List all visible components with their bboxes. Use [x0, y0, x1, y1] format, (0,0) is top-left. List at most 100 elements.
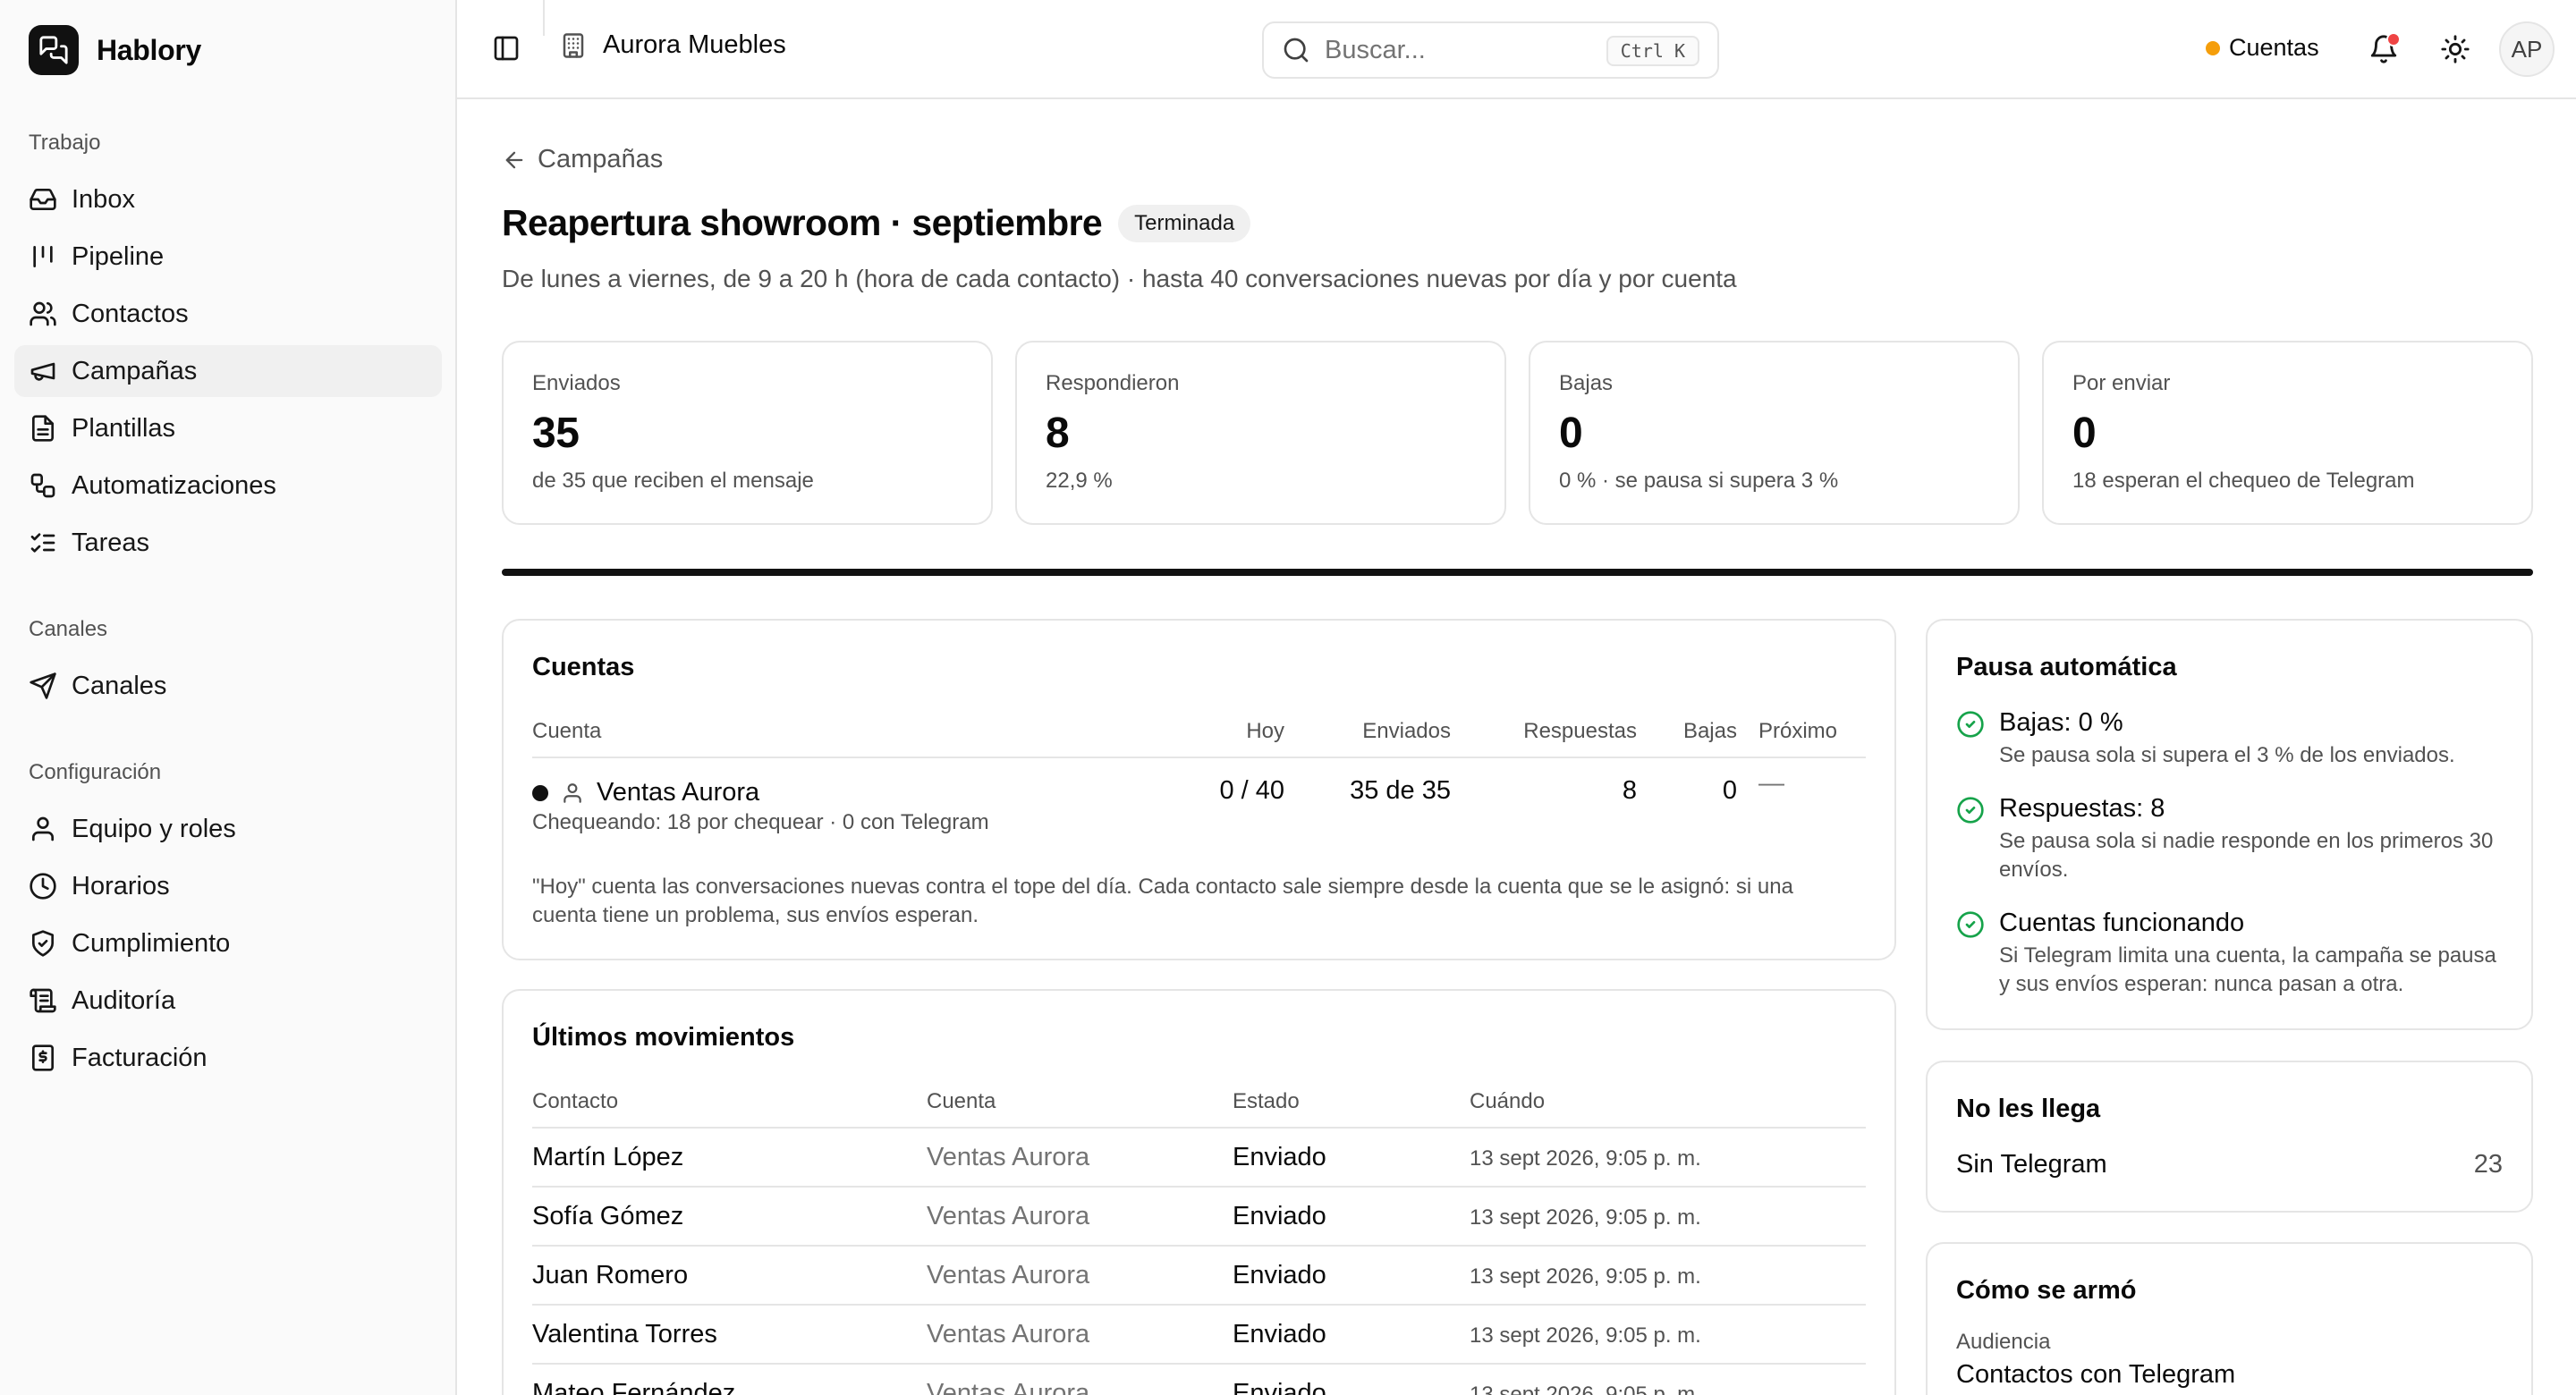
- how-built-card: Cómo se armó Audiencia Contactos con Tel…: [1926, 1242, 2533, 1395]
- account-today: 0 / 40: [1219, 776, 1284, 805]
- movement-account: Ventas Aurora: [927, 1143, 1090, 1171]
- col-header-enviados: Enviados: [1362, 719, 1451, 743]
- account-check-status: Chequeando: 18 por chequear · 0 con Tele…: [532, 810, 989, 834]
- sidebar-item-label: Facturación: [72, 1043, 208, 1072]
- org-name: Aurora Muebles: [603, 30, 786, 59]
- stat-card-respondieron: Respondieron 8 22,9 %: [1015, 341, 1506, 525]
- avatar[interactable]: AP: [2499, 21, 2555, 77]
- sidebar-item-label: Automatizaciones: [72, 470, 276, 500]
- sidebar-item-cumplimiento[interactable]: Cumplimiento: [14, 917, 442, 969]
- movement-account: Ventas Aurora: [927, 1379, 1090, 1395]
- stat-value: 35: [532, 410, 580, 457]
- sidebar-item-horarios[interactable]: Horarios: [14, 860, 442, 912]
- col-header-proximo: Próximo: [1758, 719, 1838, 743]
- sun-icon[interactable]: [2440, 34, 2470, 64]
- movement-contact: Juan Romero: [532, 1261, 689, 1289]
- list-checks-icon: [30, 533, 55, 553]
- row-divider: [532, 1304, 1866, 1306]
- hablory-logo-icon: [29, 25, 79, 75]
- auto-pause-item: Bajas: 0 % Se pausa sola si supera el 3 …: [1956, 708, 2500, 770]
- stat-value: 0: [1559, 410, 1583, 457]
- stat-card-enviados: Enviados 35 de 35 que reciben el mensaje: [502, 341, 993, 525]
- col-header-hoy: Hoy: [1246, 719, 1284, 743]
- accounts-footnote: "Hoy" cuenta las conversaciones nuevas c…: [532, 875, 1793, 927]
- sidebar-item-campanas[interactable]: Campañas: [14, 345, 442, 397]
- clock-icon: [30, 873, 56, 900]
- account-replies: 8: [1622, 776, 1637, 805]
- accounts-status-button[interactable]: Cuentas: [2206, 34, 2319, 62]
- movement-account: Ventas Aurora: [927, 1261, 1090, 1289]
- workflow-icon: [30, 473, 55, 498]
- sidebar-item-label: Pipeline: [72, 241, 165, 271]
- nav-group-canales: Canales: [29, 617, 108, 641]
- not-reached-label: Sin Telegram: [1956, 1150, 2107, 1179]
- scroll-icon: [30, 988, 56, 1013]
- header-divider: [543, 0, 545, 36]
- stat-card-bajas: Bajas 0 0 % · se pausa si supera 3 %: [1529, 341, 2020, 525]
- auto-pause-item-desc: Si Telegram limita una cuenta, la campañ…: [1999, 943, 2496, 996]
- stat-value: 0: [2072, 410, 2097, 457]
- shield-check-icon: [32, 930, 54, 957]
- how-built-title: Cómo se armó: [1956, 1276, 2137, 1305]
- send-icon: [30, 672, 56, 699]
- movement-when: 13 sept 2026, 9:05 p. m.: [1470, 1205, 1701, 1230]
- movements-card: Últimos movimientos Contacto Cuenta Esta…: [502, 989, 1896, 1395]
- receipt-icon: [32, 1044, 54, 1071]
- auto-pause-card: Pausa automática Bajas: 0 % Se pausa sol…: [1926, 619, 2533, 1030]
- sidebar-item-pipeline[interactable]: Pipeline: [14, 231, 442, 283]
- title-row: Reapertura showroom · septiembre Termina…: [502, 202, 1251, 244]
- account-status-dot: [532, 784, 548, 801]
- sidebar-item-contactos[interactable]: Contactos: [14, 288, 442, 340]
- col-header-cuenta: Cuenta: [927, 1089, 996, 1113]
- check-circle-icon: [1957, 911, 1984, 938]
- sidebar-item-automatizaciones[interactable]: Automatizaciones: [14, 460, 442, 512]
- sidebar-item-plantillas[interactable]: Plantillas: [14, 402, 442, 454]
- user-icon: [564, 782, 581, 803]
- accounts-card: Cuentas Cuenta Hoy Enviados Respuestas B…: [502, 619, 1896, 960]
- sidebar-item-canales[interactable]: Canales: [14, 660, 442, 712]
- search-input[interactable]: [1325, 35, 1602, 65]
- auto-pause-item: Respuestas: 8 Se pausa sola si nadie res…: [1956, 794, 2500, 884]
- user-icon: [32, 816, 54, 841]
- movement-status: Enviado: [1233, 1320, 1326, 1348]
- sidebar-item-label: Contactos: [72, 299, 189, 328]
- sidebar-item-facturacion[interactable]: Facturación: [14, 1032, 442, 1084]
- movement-contact: Mateo Fernández: [532, 1379, 736, 1395]
- col-header-bajas: Bajas: [1682, 719, 1737, 743]
- sidebar-item-inbox[interactable]: Inbox: [14, 173, 442, 225]
- status-dot: [2206, 40, 2220, 55]
- org-switcher[interactable]: Aurora Muebles: [560, 30, 786, 60]
- back-link[interactable]: Campañas: [502, 145, 663, 174]
- nav-group-configuracion: Configuración: [29, 760, 162, 784]
- stat-card-por-enviar: Por enviar 0 18 esperan el chequeo de Te…: [2042, 341, 2533, 525]
- back-label: Campañas: [538, 145, 664, 173]
- check-circle-icon: [1957, 711, 1984, 738]
- search-icon: [1284, 38, 1309, 63]
- stat-note: 22,9 %: [1046, 469, 1113, 493]
- sidebar-item-equipo[interactable]: Equipo y roles: [14, 803, 442, 855]
- auto-pause-item-title: Respuestas: 8: [1999, 794, 2165, 823]
- sidebar-toggle-icon[interactable]: [492, 34, 521, 63]
- accounts-label: Cuentas: [2229, 34, 2319, 61]
- status-badge: Terminada: [1118, 204, 1251, 242]
- col-header-estado: Estado: [1233, 1089, 1300, 1113]
- brand[interactable]: Hablory: [29, 25, 201, 75]
- col-header-respuestas: Respuestas: [1523, 719, 1637, 743]
- account-name: Ventas Aurora: [597, 778, 760, 807]
- sidebar-item-tareas[interactable]: Tareas: [14, 517, 442, 569]
- stat-note: 18 esperan el chequeo de Telegram: [2072, 469, 2415, 493]
- movement-account: Ventas Aurora: [927, 1202, 1090, 1230]
- row-divider: [532, 1363, 1866, 1365]
- not-reached-title: No les llega: [1956, 1095, 2101, 1123]
- file-text-icon: [32, 415, 54, 442]
- search-box[interactable]: Ctrl K: [1262, 21, 1719, 79]
- megaphone-icon: [30, 362, 55, 381]
- check-circle-icon: [1957, 797, 1984, 824]
- inbox-icon: [30, 189, 56, 210]
- users-icon: [30, 301, 56, 326]
- sidebar: Hablory Trabajo Inbox Pipeline Contactos…: [0, 0, 457, 1395]
- sidebar-item-auditoria[interactable]: Auditoría: [14, 975, 442, 1027]
- auto-pause-item-title: Cuentas funcionando: [1999, 909, 2245, 937]
- stat-note: de 35 que reciben el mensaje: [532, 469, 814, 493]
- movement-when: 13 sept 2026, 9:05 p. m.: [1470, 1264, 1701, 1289]
